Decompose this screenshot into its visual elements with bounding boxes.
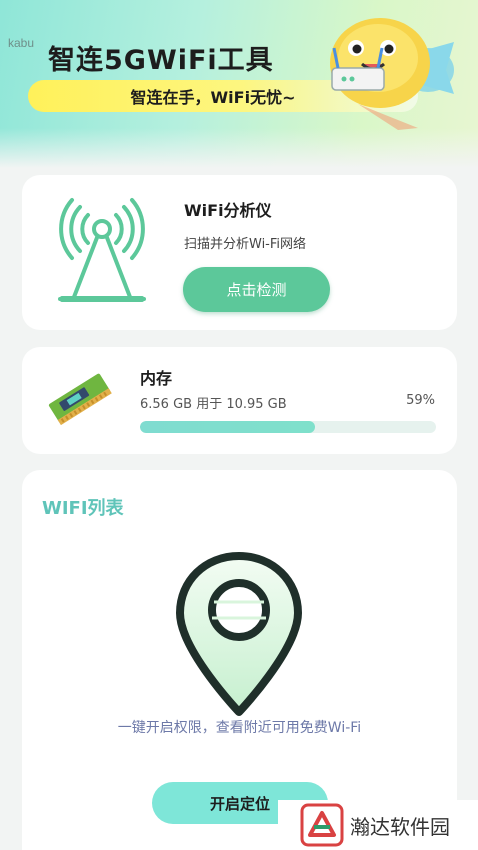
analyzer-title: WiFi分析仪 (184, 201, 272, 220)
watermark-logo-icon (300, 803, 344, 847)
watermark: 瀚达软件园 (278, 800, 478, 850)
location-pin-icon (176, 552, 302, 716)
wifi-list-card: WIFI列表 一键开启权限，查看附近可用免费Wi-Fi 开启定位 (22, 470, 457, 850)
permission-hint: 一键开启权限，查看附近可用免费Wi-Fi (117, 720, 362, 736)
wifi-list-title: WIFI列表 (42, 498, 124, 519)
fish-mascot-icon (330, 18, 454, 130)
memory-percent: 59% (406, 393, 435, 408)
corner-label: kabu (8, 36, 35, 50)
wifi-analyzer-card: WiFi分析仪 扫描并分析Wi-Fi网络 点击检测 (22, 175, 457, 330)
memory-title: 内存 (140, 369, 173, 388)
app-title: 智连5GWiFi工具 (48, 45, 274, 76)
memory-chip-icon (48, 373, 112, 426)
watermark-text: 瀚达软件园 (350, 814, 450, 839)
memory-usage-text: 6.56 GB 用于 10.95 GB (140, 397, 287, 412)
memory-progress-bar (140, 421, 436, 433)
memory-card: 内存 6.56 GB 用于 10.95 GB 59% (22, 347, 457, 454)
detect-button[interactable]: 点击检测 (183, 267, 330, 312)
wifi-tower-icon (58, 198, 146, 302)
memory-progress-fill (140, 421, 315, 433)
slogan-text: 智连在手，WiFi无忧~ (130, 88, 296, 107)
analyzer-description: 扫描并分析Wi-Fi网络 (184, 237, 307, 252)
